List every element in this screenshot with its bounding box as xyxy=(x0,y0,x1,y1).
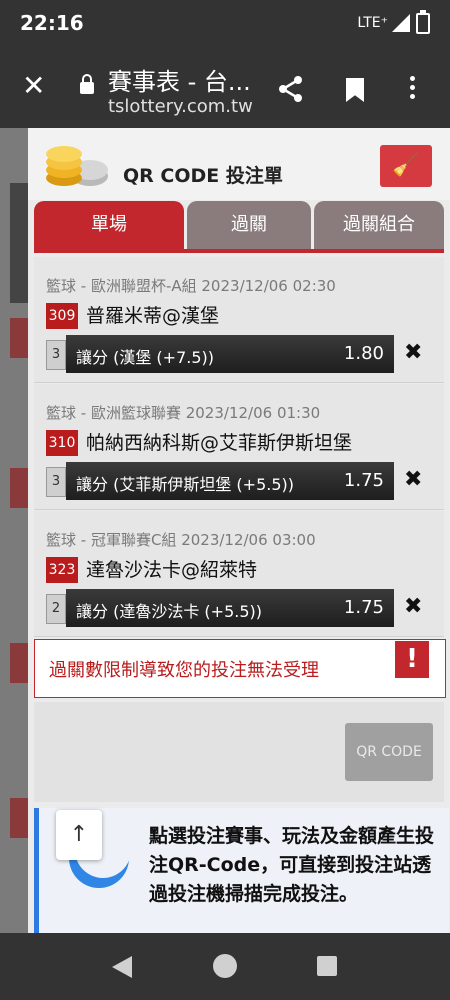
signal-icon xyxy=(392,14,410,32)
count-box[interactable]: 3 xyxy=(46,467,66,497)
android-nav-bar xyxy=(0,933,450,1000)
page-domain[interactable]: tslottery.com.tw xyxy=(108,96,253,117)
pick-label: 讓分 (艾菲斯伊斯坦堡 (+5.5)) xyxy=(76,475,294,494)
scroll-top-button[interactable]: ↑ xyxy=(56,810,102,860)
battery-icon xyxy=(416,10,430,34)
bet-meta: 籃球 - 歐洲聯盟杯-A組 2023/12/06 02:30 xyxy=(46,277,336,295)
tab-parlay-combo[interactable]: 過關組合 xyxy=(314,201,444,249)
tab-parlay[interactable]: 過關 xyxy=(187,201,311,249)
odds-row: 3 讓分 (艾菲斯伊斯坦堡 (+5.5)) 1.75 xyxy=(46,462,396,500)
bet-item: 籃球 - 歐洲聯盟杯-A組 2023/12/06 02:30 309 普羅米蒂@… xyxy=(34,257,444,383)
qr-code-button[interactable]: QR CODE xyxy=(345,723,433,781)
panel-title: QR CODE 投注單 xyxy=(123,165,283,187)
broom-icon: 🧹 xyxy=(392,153,420,178)
clear-broom-button[interactable]: 🧹 xyxy=(380,145,432,187)
count-box[interactable]: 2 xyxy=(46,594,66,624)
odds-value: 1.75 xyxy=(343,597,384,618)
home-icon[interactable] xyxy=(213,954,237,978)
close-icon[interactable]: ✕ xyxy=(22,72,45,100)
pick-label: 讓分 (達魯沙法卡 (+5.5)) xyxy=(76,602,262,621)
odds-row: 2 讓分 (達魯沙法卡 (+5.5)) 1.75 xyxy=(46,589,396,627)
page-title[interactable]: 賽事表 - 台... xyxy=(108,62,251,97)
count-box[interactable]: 3 xyxy=(46,340,66,370)
share-icon[interactable] xyxy=(277,75,305,103)
status-bar: 22:16 LTE⁺ xyxy=(0,0,450,48)
odds-bar[interactable]: 讓分 (艾菲斯伊斯坦堡 (+5.5)) 1.75 xyxy=(66,462,394,500)
recent-apps-icon[interactable] xyxy=(317,956,337,976)
odds-row: 3 讓分 (漢堡 (+7.5)) 1.80 xyxy=(46,335,396,373)
remove-bet-icon[interactable]: ✖ xyxy=(404,594,422,619)
match-number: 323 xyxy=(46,557,78,583)
remove-bet-icon[interactable]: ✖ xyxy=(404,340,422,365)
more-options-icon[interactable] xyxy=(410,76,416,103)
match-name: 普羅米蒂@漢堡 xyxy=(86,305,220,327)
tabs-underline xyxy=(34,249,444,253)
qr-action-area: QR CODE xyxy=(34,702,444,802)
bet-item: 籃球 - 冠軍聯賽C組 2023/12/06 03:00 323 達魯沙法卡@紹… xyxy=(34,511,444,637)
network-label: LTE⁺ xyxy=(357,15,388,31)
warning-icon: ! xyxy=(395,641,429,678)
tab-single[interactable]: 單場 xyxy=(34,201,184,249)
match-name: 達魯沙法卡@紹萊特 xyxy=(86,559,258,581)
match-number: 309 xyxy=(46,303,78,329)
alert-message: 過關數限制導致您的投注無法受理 xyxy=(49,660,319,681)
odds-value: 1.75 xyxy=(343,470,384,491)
browser-toolbar: ✕ 賽事表 - 台... tslottery.com.tw xyxy=(0,48,450,128)
odds-bar[interactable]: 讓分 (達魯沙法卡 (+5.5)) 1.75 xyxy=(66,589,394,627)
pick-label: 讓分 (漢堡 (+7.5)) xyxy=(76,348,214,367)
bet-meta: 籃球 - 歐洲籃球聯賽 2023/12/06 01:30 xyxy=(46,404,321,422)
bookmark-icon[interactable] xyxy=(346,78,364,102)
lock-icon[interactable] xyxy=(80,74,94,94)
odds-value: 1.80 xyxy=(343,343,384,364)
panel-header: QR CODE 投注單 🧹 xyxy=(28,128,450,200)
remove-bet-icon[interactable]: ✖ xyxy=(404,467,422,492)
info-text: 點選投注賽事、玩法及金額產生投注QR-Code，可直接到投注站透過投注機掃描完成… xyxy=(149,825,435,905)
bet-meta: 籃球 - 冠軍聯賽C組 2023/12/06 03:00 xyxy=(46,531,316,549)
coins-icon xyxy=(46,146,108,186)
match-name: 帕納西納科斯@艾菲斯伊斯坦堡 xyxy=(86,432,353,454)
odds-bar[interactable]: 讓分 (漢堡 (+7.5)) 1.80 xyxy=(66,335,394,373)
status-time: 22:16 xyxy=(20,11,84,35)
error-alert: 過關數限制導致您的投注無法受理 ! xyxy=(34,639,446,698)
match-number: 310 xyxy=(46,430,78,456)
back-icon[interactable] xyxy=(112,956,132,978)
bet-type-tabs: 單場 過關 過關組合 xyxy=(34,201,444,251)
bet-item: 籃球 - 歐洲籃球聯賽 2023/12/06 01:30 310 帕納西納科斯@… xyxy=(34,384,444,510)
